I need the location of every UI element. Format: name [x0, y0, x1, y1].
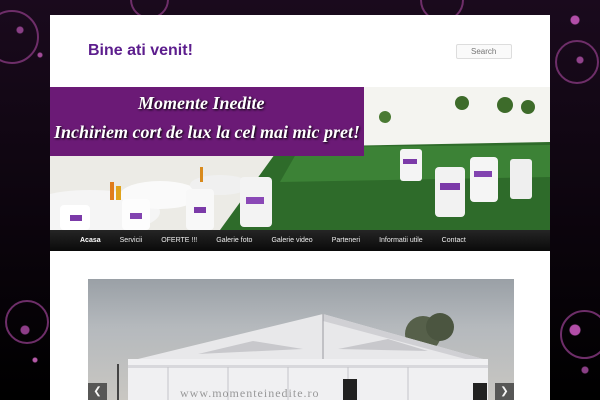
nav-item-oferte[interactable]: OFERTE !!!	[161, 237, 197, 244]
chevron-left-icon: ❮	[93, 386, 102, 397]
banner-line2: Inchiriem cort de lux la cel mai mic pre…	[54, 122, 360, 142]
search-input[interactable]	[456, 44, 512, 59]
banner-line1: Momente Inedite	[138, 93, 265, 113]
nav-item-contact[interactable]: Contact	[442, 237, 466, 244]
chevron-right-icon: ❯	[500, 386, 509, 397]
slider-prev-button[interactable]: ❮	[88, 383, 107, 400]
slider-next-button[interactable]: ❯	[495, 383, 514, 400]
nav-item-acasa[interactable]: Acasa	[80, 237, 101, 244]
page-container: Bine ati venit! Search Momente Inedite I…	[50, 15, 550, 400]
main-navigation: Acasa Servicii OFERTE !!! Galerie foto G…	[50, 230, 550, 251]
tent-photo	[117, 313, 488, 400]
header-image[interactable]: Momente Inedite Inchiriem cort de lux la…	[50, 87, 550, 230]
nav-item-informatii-utile[interactable]: Informatii utile	[379, 237, 423, 244]
image-slider[interactable]: www.momenteinedite.ro	[88, 279, 514, 400]
nav-item-servicii[interactable]: Servicii	[120, 237, 143, 244]
slider-watermark: www.momenteinedite.ro	[180, 386, 320, 400]
header-banner: Momente Inedite Inchiriem cort de lux la…	[50, 87, 364, 156]
site-title[interactable]: Bine ati venit!	[88, 42, 193, 60]
nav-item-galerie-foto[interactable]: Galerie foto	[216, 237, 252, 244]
nav-item-parteneri[interactable]: Parteneri	[332, 237, 360, 244]
nav-item-galerie-video[interactable]: Galerie video	[271, 237, 312, 244]
